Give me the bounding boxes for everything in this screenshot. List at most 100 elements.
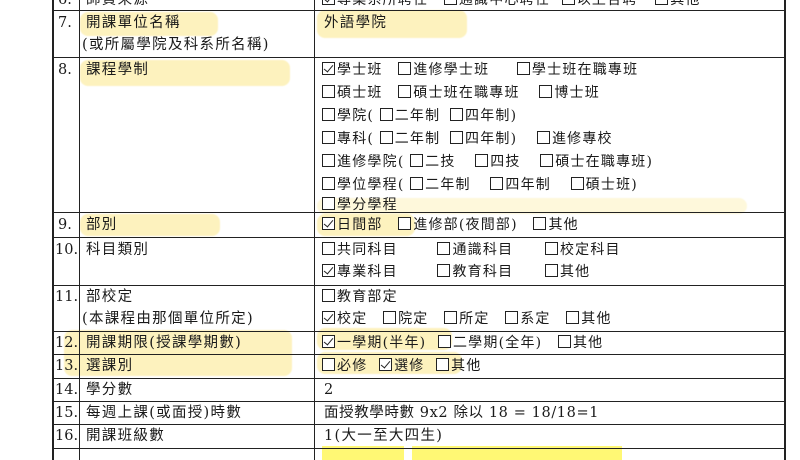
paren-open: (: [397, 177, 405, 193]
option-label: 碩士班: [337, 85, 383, 101]
option-label: 進修學院: [337, 154, 398, 170]
checkbox[interactable]: [410, 154, 424, 167]
checkbox[interactable]: [561, 0, 575, 5]
option-label: 四年制: [465, 108, 511, 124]
checkbox[interactable]: [566, 311, 580, 324]
option-label: 學位學程: [337, 177, 398, 193]
course-form: 6. 師資來源 專業系所聘任 通識中心聘任 以上合聘 其他 7. 開課單位名稱 …: [52, 0, 786, 460]
option-label: 其他: [451, 358, 482, 374]
checkbox[interactable]: [516, 62, 530, 75]
checkbox[interactable]: [544, 242, 558, 255]
paren-close: ): [510, 131, 518, 147]
checkbox[interactable]: [379, 358, 393, 371]
option-label: 學士班在職專班: [531, 62, 639, 78]
checkbox[interactable]: [437, 242, 451, 255]
option-label: 學士班: [337, 62, 383, 78]
option-label: 其他: [572, 335, 604, 351]
checkbox[interactable]: [322, 154, 335, 167]
option-label: 選修: [394, 358, 425, 374]
option-label: 校定: [337, 311, 368, 327]
checkbox[interactable]: [443, 0, 457, 5]
row11-line2: 校定 院定 所定 系定 其他: [322, 310, 612, 328]
checkbox[interactable]: [570, 177, 584, 190]
checkbox[interactable]: [322, 264, 335, 277]
checkbox[interactable]: [322, 311, 335, 324]
option-label: 院定: [398, 311, 429, 327]
paren-open: (: [367, 108, 375, 124]
table-border-right: [784, 0, 786, 460]
row8-line4: 專科( 二年制 四年制) 進修專校: [322, 130, 613, 148]
checkbox[interactable]: [379, 131, 393, 144]
checkbox[interactable]: [398, 217, 412, 230]
checkbox[interactable]: [475, 154, 489, 167]
option-label: 專科: [337, 131, 368, 147]
option-label: 學分學程: [337, 197, 398, 213]
option-label: 系定: [520, 311, 551, 327]
paren-close: ): [631, 177, 638, 193]
checkbox[interactable]: [322, 0, 335, 5]
checkbox[interactable]: [398, 62, 412, 75]
row11-label: 部校定: [86, 289, 134, 305]
option-label: 二年制: [394, 108, 441, 124]
row-line: [52, 331, 786, 333]
checkbox[interactable]: [437, 335, 451, 348]
checkbox[interactable]: [322, 197, 335, 210]
checkbox[interactable]: [322, 289, 335, 302]
option-label: 碩士在職專班: [555, 154, 647, 170]
checkbox[interactable]: [540, 154, 554, 167]
checkbox[interactable]: [505, 311, 519, 324]
checkbox[interactable]: [322, 177, 335, 190]
checkbox[interactable]: [536, 131, 550, 144]
option-label: 其他: [559, 264, 591, 280]
row6-options: 專業系所聘任 通識中心聘任 以上合聘 其他: [322, 0, 701, 9]
row10-line2: 專業科目 教育科目 其他: [322, 263, 590, 281]
checkbox[interactable]: [398, 85, 412, 98]
checkbox[interactable]: [533, 217, 547, 230]
checkbox[interactable]: [322, 108, 335, 121]
checkbox[interactable]: [322, 217, 335, 230]
row12-label: 開課期限(授課學期數): [86, 335, 243, 351]
checkbox[interactable]: [539, 85, 553, 98]
option-label: 校定科目: [559, 242, 621, 258]
option-label: 其他: [581, 311, 612, 327]
option-label: 四技: [490, 154, 521, 170]
checkbox[interactable]: [655, 0, 669, 5]
checkbox[interactable]: [322, 358, 335, 371]
row-line: [52, 212, 786, 214]
row7-value: 外語學院: [324, 15, 388, 31]
checkbox[interactable]: [383, 311, 397, 324]
option-label: 博士班: [554, 85, 600, 101]
checkbox[interactable]: [322, 85, 335, 98]
option-label: 專業系所聘任: [337, 0, 429, 8]
checkbox[interactable]: [379, 108, 393, 121]
paren-close: ): [646, 154, 654, 170]
row13-options: 必修 選修 其他: [322, 357, 482, 375]
checkbox[interactable]: [436, 358, 450, 371]
row10-label: 科目類別: [86, 242, 150, 258]
checkbox[interactable]: [450, 108, 463, 121]
row-line: [52, 10, 786, 12]
checkbox[interactable]: [322, 335, 335, 348]
checkbox[interactable]: [437, 264, 451, 277]
row14-label: 學分數: [86, 382, 134, 398]
row-line: [52, 237, 786, 239]
checkbox[interactable]: [444, 311, 458, 324]
checkbox[interactable]: [557, 335, 571, 348]
checkbox[interactable]: [322, 131, 335, 144]
checkbox[interactable]: [450, 131, 463, 144]
row16-number: 16.: [55, 428, 79, 444]
checkbox[interactable]: [322, 242, 335, 255]
option-label: 教育科目: [452, 264, 514, 280]
paren-close: ): [510, 108, 518, 124]
row8-label: 課程學制: [86, 62, 150, 78]
option-label: 二技: [425, 154, 456, 170]
row12-number: 12.: [55, 335, 79, 351]
checkbox[interactable]: [410, 177, 424, 190]
row15-number: 15.: [55, 405, 79, 421]
option-label: 所定: [459, 311, 490, 327]
row8-number: 8.: [58, 62, 72, 78]
checkbox[interactable]: [322, 62, 335, 75]
row15-label: 每週上課(或面授)時數: [86, 405, 243, 421]
checkbox[interactable]: [544, 264, 558, 277]
checkbox[interactable]: [490, 177, 504, 190]
